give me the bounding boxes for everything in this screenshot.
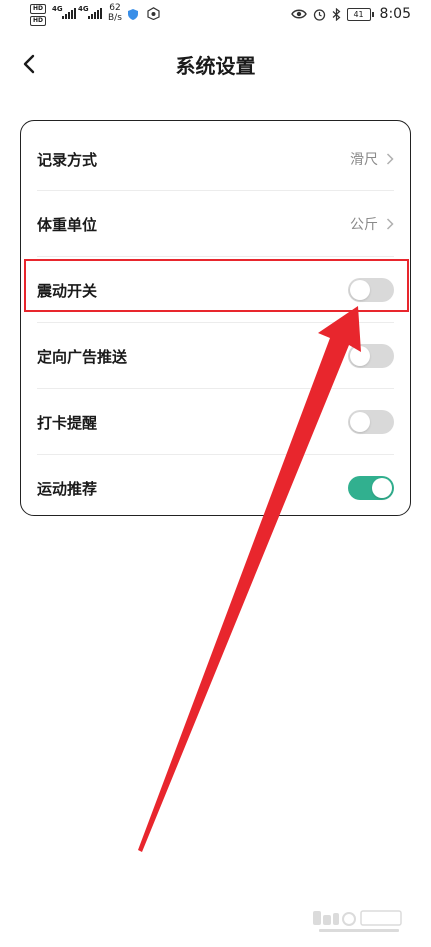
- page-title: 系统设置: [175, 54, 256, 78]
- eye-icon: [290, 9, 307, 19]
- setting-checkin-reminder: 打卡提醒: [37, 389, 394, 455]
- toggle-knob: [350, 346, 370, 366]
- alarm-icon: [313, 8, 325, 21]
- bluetooth-icon: [332, 7, 340, 21]
- status-bar: HD HD 4G 4G 62 B/s 41 8:05: [0, 0, 431, 28]
- chevron-right-icon: [386, 153, 394, 165]
- setting-vibration: 震动开关: [37, 257, 394, 323]
- app-notification-icon: [147, 7, 160, 20]
- hd-icon: HD: [30, 4, 46, 14]
- setting-label: 定向广告推送: [37, 347, 128, 366]
- network-speed: 62 B/s: [108, 3, 122, 23]
- setting-value: 滑尺: [350, 152, 378, 168]
- toggle-knob: [350, 280, 370, 300]
- setting-value-wrap: 滑尺: [350, 149, 394, 169]
- targeted-ads-toggle[interactable]: [348, 344, 394, 368]
- toggle-knob: [350, 412, 370, 432]
- clock-time: 8:05: [379, 6, 411, 22]
- setting-exercise-recommend: 运动推荐: [37, 455, 394, 521]
- settings-card: 记录方式 滑尺 体重单位 公斤 震动开关 定向广告推送 打卡提醒 运动推荐: [20, 120, 411, 516]
- exercise-recommend-toggle[interactable]: [348, 476, 394, 500]
- header: 系统设置: [0, 36, 431, 92]
- hd-icon: HD: [30, 16, 46, 26]
- vibration-toggle[interactable]: [348, 278, 394, 302]
- shield-icon: [128, 9, 138, 20]
- setting-label: 震动开关: [37, 281, 98, 300]
- signal-icon: [88, 7, 102, 19]
- setting-label: 记录方式: [37, 150, 98, 169]
- signal-icon: [62, 7, 76, 19]
- chevron-right-icon: [386, 218, 394, 230]
- checkin-reminder-toggle[interactable]: [348, 410, 394, 434]
- setting-label: 打卡提醒: [37, 413, 98, 432]
- battery-icon: 41: [346, 7, 374, 21]
- setting-weight-unit[interactable]: 体重单位 公斤: [37, 191, 394, 257]
- setting-value-wrap: 公斤: [350, 214, 394, 234]
- setting-record-method[interactable]: 记录方式 滑尺: [37, 126, 394, 192]
- setting-label: 运动推荐: [37, 479, 98, 498]
- toggle-knob: [372, 478, 392, 498]
- setting-value: 公斤: [350, 217, 378, 233]
- watermark-logo: [313, 910, 402, 932]
- setting-targeted-ads: 定向广告推送: [37, 323, 394, 389]
- setting-label: 体重单位: [37, 215, 98, 234]
- status-right: 41 8:05: [290, 4, 411, 24]
